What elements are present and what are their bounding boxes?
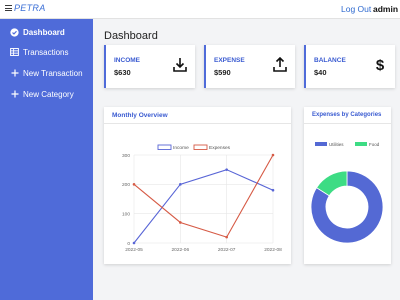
data-point xyxy=(132,241,136,245)
card-label: BALANCE xyxy=(314,57,346,64)
legend-swatch xyxy=(315,142,327,146)
hamburger-menu-icon[interactable] xyxy=(5,5,12,11)
monthly-overview-chart: 0 100 200 300 2022-05 2022-06 2022-07 2022-08 In… xyxy=(122,144,282,253)
series-line-expenses xyxy=(133,154,274,238)
card-value: $590 xyxy=(214,68,231,77)
expenses-by-categories-panel: Expenses by Categories Utilities Food xyxy=(304,107,391,264)
sidebar-item-dashboard[interactable]: Dashboard xyxy=(0,23,93,41)
data-point xyxy=(225,168,228,171)
data-point xyxy=(179,221,182,224)
y-tick-label: 0 xyxy=(127,241,130,247)
y-tick-label: 300 xyxy=(122,153,130,159)
y-tick-label: 200 xyxy=(122,182,130,188)
data-point xyxy=(271,153,275,157)
x-tick-label: 2022-05 xyxy=(125,247,143,253)
check-circle-icon xyxy=(10,27,19,37)
expense-card: EXPENSE $590 xyxy=(204,45,295,88)
sidebar-item-new-transaction[interactable]: New Transaction xyxy=(0,64,93,82)
y-tick-label: 100 xyxy=(122,211,130,217)
card-value: $630 xyxy=(114,68,131,77)
data-point xyxy=(132,183,136,186)
x-tick-label: 2022-08 xyxy=(264,247,282,253)
download-icon xyxy=(173,57,187,73)
sidebar-item-transactions[interactable]: Transactions xyxy=(0,43,93,61)
data-point xyxy=(271,188,275,192)
legend-swatch xyxy=(355,142,367,146)
page-title: Dashboard xyxy=(104,30,158,42)
legend-label: Utilities xyxy=(329,142,344,147)
monthly-overview-panel: Monthly Overview 0 100 200 300 2022-05 2022-0… xyxy=(104,107,291,264)
top-bar: PETRA Log Out admin xyxy=(0,0,400,19)
upload-icon xyxy=(273,56,287,73)
x-tick-label: 2022-07 xyxy=(218,247,236,253)
sidebar-item-label: New Transaction xyxy=(23,68,83,78)
expenses-doughnut-chart: Utilities Food xyxy=(310,142,384,244)
sidebar-item-label: New Category xyxy=(23,89,74,99)
dollar-icon: $ xyxy=(373,57,387,74)
x-tick-label: 2022-06 xyxy=(172,247,190,253)
sidebar-item-new-category[interactable]: New Category xyxy=(0,85,93,103)
sidebar: Dashboard Transactions New Transaction N… xyxy=(0,19,93,300)
sidebar-item-label: Dashboard xyxy=(23,27,65,37)
legend-label: Expenses xyxy=(209,145,231,151)
brand-logo[interactable]: PETRA xyxy=(14,3,46,13)
svg-text:$: $ xyxy=(376,57,385,73)
series-line-income xyxy=(133,169,274,244)
panel-title: Expenses by Categories xyxy=(304,107,391,124)
card-value: $40 xyxy=(314,68,327,77)
table-icon xyxy=(10,48,19,57)
plus-icon xyxy=(10,90,19,99)
income-card: INCOME $630 xyxy=(104,45,195,88)
data-point xyxy=(225,235,228,239)
data-point xyxy=(179,183,182,186)
balance-card: BALANCE $40 $ xyxy=(304,45,395,88)
card-label: INCOME xyxy=(114,57,140,64)
legend-swatch xyxy=(157,144,172,150)
card-label: EXPENSE xyxy=(214,57,245,64)
legend-swatch xyxy=(193,144,208,150)
panel-title: Monthly Overview xyxy=(104,107,291,124)
sidebar-item-label: Transactions xyxy=(23,47,69,57)
legend-label: Food xyxy=(369,142,380,147)
logout-link[interactable]: Log Out xyxy=(341,4,371,14)
plus-icon xyxy=(10,69,19,78)
username: admin xyxy=(373,4,399,14)
legend-label: Income xyxy=(173,145,189,151)
